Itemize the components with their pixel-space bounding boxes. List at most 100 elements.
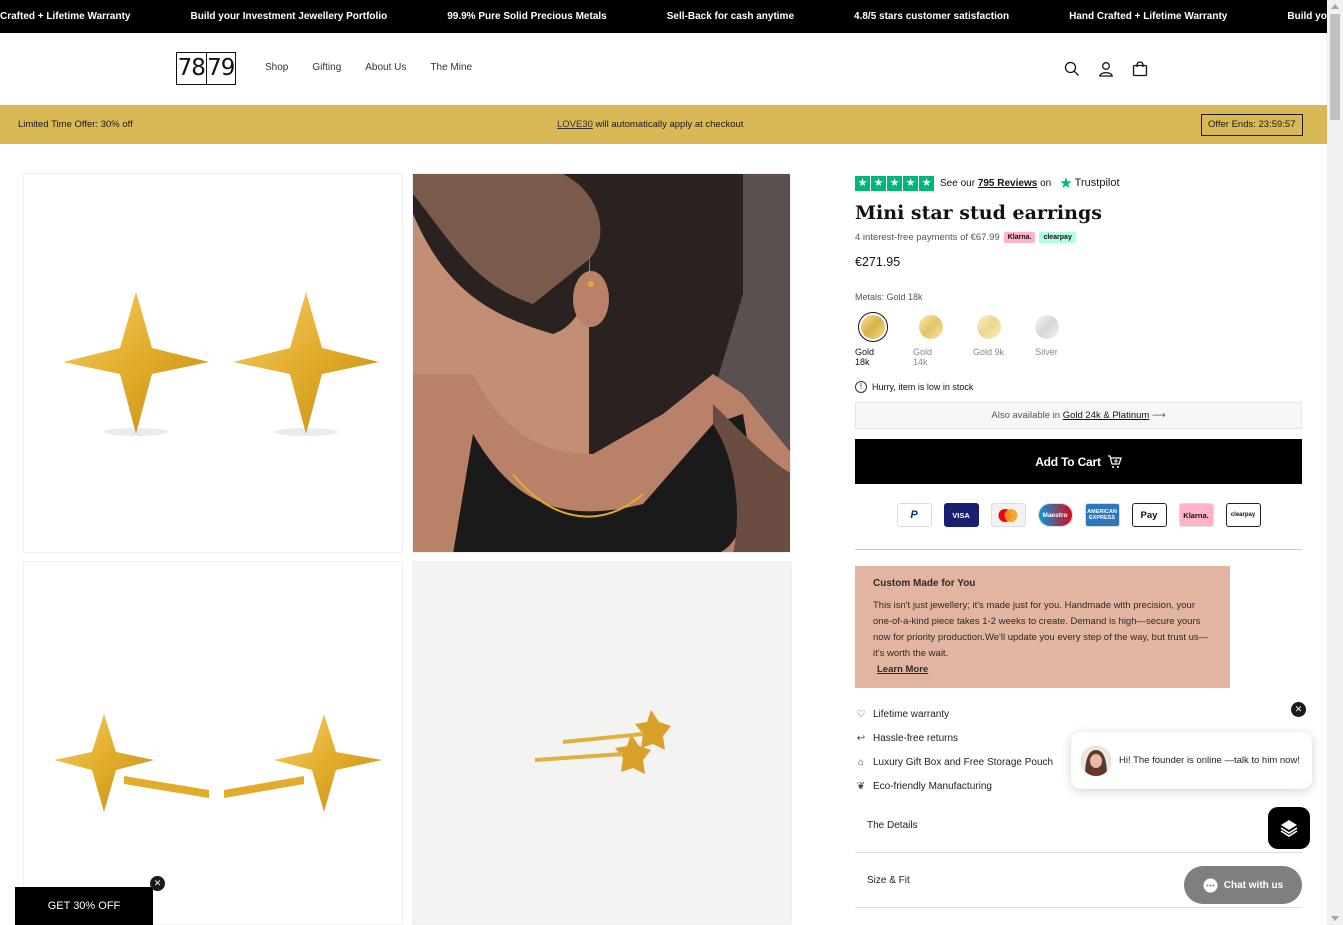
gallery-image-2[interactable] <box>412 173 791 553</box>
announcement-item: Hand Crafted + Lifetime Warranty <box>1069 11 1228 22</box>
learn-more-link[interactable]: Learn More <box>877 664 928 675</box>
heart-icon: ♡ <box>856 708 866 720</box>
installments-row: 4 interest-free payments of €67.99 Klarn… <box>855 232 1302 243</box>
logo-left: 78 <box>177 53 207 84</box>
trustpilot-row[interactable]: ★ ★ ★ ★ ★ See our 795 Reviews on ★ Trustpilot <box>855 174 1302 192</box>
cart-icon[interactable] <box>1130 59 1150 79</box>
announcement-bar: Crafted + Lifetime Warranty Build your In… <box>0 0 1327 33</box>
klarna-badge[interactable]: Klarna. <box>1003 232 1036 243</box>
scroll-down-icon[interactable] <box>1331 916 1339 921</box>
layers-button[interactable] <box>1268 807 1310 849</box>
promo-code-suffix: will automatically apply at checkout <box>592 119 744 130</box>
offer-timer: Offer Ends: 23:59:57 <box>1201 114 1303 136</box>
header-icons <box>1062 59 1150 79</box>
chat-popup-close-icon[interactable]: ✕ <box>1291 702 1306 717</box>
trustpilot-star-icon: ★ <box>1059 175 1073 192</box>
info-icon: ! <box>855 381 867 393</box>
chat-popup-text: Hi! The founder is online —talk to him n… <box>1119 754 1300 766</box>
product-info: ★ ★ ★ ★ ★ See our 795 Reviews on ★ Trustpilot… <box>855 174 1302 908</box>
nav-gifting[interactable]: Gifting <box>312 62 341 73</box>
star-earring-right <box>233 292 379 434</box>
product-price: €271.95 <box>855 255 901 269</box>
chat-icon <box>1203 878 1218 892</box>
star-icon: ★ <box>919 175 934 191</box>
chat-with-us-button[interactable]: Chat with us <box>1184 866 1302 904</box>
announcement-item: 4.8/5 stars customer satisfaction <box>854 11 1010 22</box>
reviews-link[interactable]: 795 Reviews <box>978 178 1038 189</box>
logo-right: 79 <box>207 55 235 81</box>
add-to-cart-label: Add To Cart <box>1035 454 1101 469</box>
custom-made-box: Custom Made for You This isn't just jewe… <box>855 566 1230 688</box>
chat-popup[interactable]: Hi! The founder is online —talk to him n… <box>1071 732 1312 789</box>
apple-pay-icon: Pay <box>1131 503 1167 527</box>
mastercard-icon <box>990 503 1026 527</box>
announcement-item: 99.9% Pure Solid Precious Metals <box>447 11 607 22</box>
maestro-icon: Maestro <box>1037 503 1073 527</box>
announcement-item: Build your Investment Jewellery Portfoli… <box>190 11 388 22</box>
star-earring-left <box>63 292 209 434</box>
gift-icon: ⌂ <box>857 756 865 768</box>
trustpilot-text: See our 795 Reviews on <box>940 177 1052 189</box>
promo-bar: Limited Time Offer: 30% off LOVE30 will … <box>0 105 1327 144</box>
swatch-gold-9k[interactable]: Gold 9k <box>971 312 1006 367</box>
nav-about-us[interactable]: About Us <box>365 62 406 73</box>
star-icon: ★ <box>871 175 886 191</box>
promo-code[interactable]: LOVE30 <box>557 119 593 130</box>
star-icon: ★ <box>903 175 918 191</box>
nav-the-mine[interactable]: The Mine <box>430 62 472 73</box>
scroll-thumb[interactable] <box>1330 14 1340 120</box>
gallery-image-1[interactable] <box>23 173 403 553</box>
clearpay-badge[interactable]: clearpay <box>1039 232 1076 243</box>
stock-note: ! Hurry, item is low in stock <box>855 381 1302 393</box>
promo-code-note: LOVE30 will automatically apply at check… <box>557 119 743 130</box>
site-header: 78 79 Shop Gifting About Us The Mine <box>0 33 1327 105</box>
gallery-image-3[interactable] <box>23 561 403 925</box>
announcement-item: Build your Inve <box>1287 11 1327 22</box>
divider <box>855 549 1302 550</box>
swatch-silver[interactable]: Silver <box>1029 312 1064 367</box>
announcement-item: Sell-Back for cash anytime <box>666 11 795 22</box>
installments-text: 4 interest-free payments of €67.99 <box>855 232 1000 243</box>
nav-shop[interactable]: Shop <box>265 62 288 73</box>
star-icon: ★ <box>887 175 902 191</box>
avatar <box>1081 745 1111 776</box>
trustpilot-logo: ★ Trustpilot <box>1059 175 1120 192</box>
brand-logo[interactable]: 78 79 <box>176 52 236 85</box>
payment-methods: P VISA Maestro AMERICAN EXPRESS Pay Klarn… <box>855 503 1302 527</box>
metal-swatches: Gold 18k Gold 14k Gold 9k Silver <box>855 312 1302 367</box>
also-available-link[interactable]: Gold 24k & Platinum <box>1063 410 1150 421</box>
promo-offer: Limited Time Offer: 30% off <box>18 119 133 130</box>
product-title: Mini star stud earrings <box>855 202 1102 224</box>
return-icon: ↩ <box>856 732 866 744</box>
scrollbar[interactable] <box>1327 0 1343 925</box>
main-nav: Shop Gifting About Us The Mine <box>265 62 472 73</box>
add-to-cart-button[interactable]: Add To Cart <box>855 439 1302 484</box>
paypal-icon: P <box>896 503 932 527</box>
metals-label: Metals: Gold 18k <box>855 292 923 302</box>
accordion-the-details[interactable]: The Details <box>855 798 1302 853</box>
search-icon[interactable] <box>1062 59 1082 79</box>
swatch-gold-18k[interactable]: Gold 18k <box>855 312 890 367</box>
perk-item: ♡ Lifetime warranty <box>856 708 950 720</box>
clearpay-pay-icon: clearpay <box>1225 503 1261 527</box>
announcement-item: Crafted + Lifetime Warranty <box>0 11 131 22</box>
custom-made-text: This isn't just jewellery; it's made jus… <box>873 600 1209 659</box>
visa-icon: VISA <box>943 503 979 527</box>
custom-made-title: Custom Made for You <box>873 578 976 589</box>
scroll-up-icon[interactable] <box>1331 4 1339 9</box>
chat-button-label: Chat with us <box>1223 879 1284 891</box>
arrow-right-icon: ⟶ <box>1151 410 1166 421</box>
also-available[interactable]: Also available in Gold 24k & Platinum ⟶ <box>855 402 1302 429</box>
cart-plus-icon <box>1107 454 1122 468</box>
trustpilot-stars: ★ ★ ★ ★ ★ <box>855 175 934 191</box>
account-icon[interactable] <box>1096 59 1116 79</box>
discount-close-icon[interactable]: ✕ <box>150 876 165 891</box>
product-page: { "announcement": { "items": [ "Crafted … <box>0 0 1343 925</box>
star-icon: ★ <box>855 175 870 191</box>
discount-tab[interactable]: GET 30% OFF <box>15 887 153 925</box>
layers-icon <box>1280 820 1298 837</box>
gallery-image-4[interactable] <box>412 561 792 925</box>
leaf-icon: ❦ <box>856 780 866 792</box>
amex-icon: AMERICAN EXPRESS <box>1084 503 1120 527</box>
swatch-gold-14k[interactable]: Gold 14k <box>913 312 948 367</box>
